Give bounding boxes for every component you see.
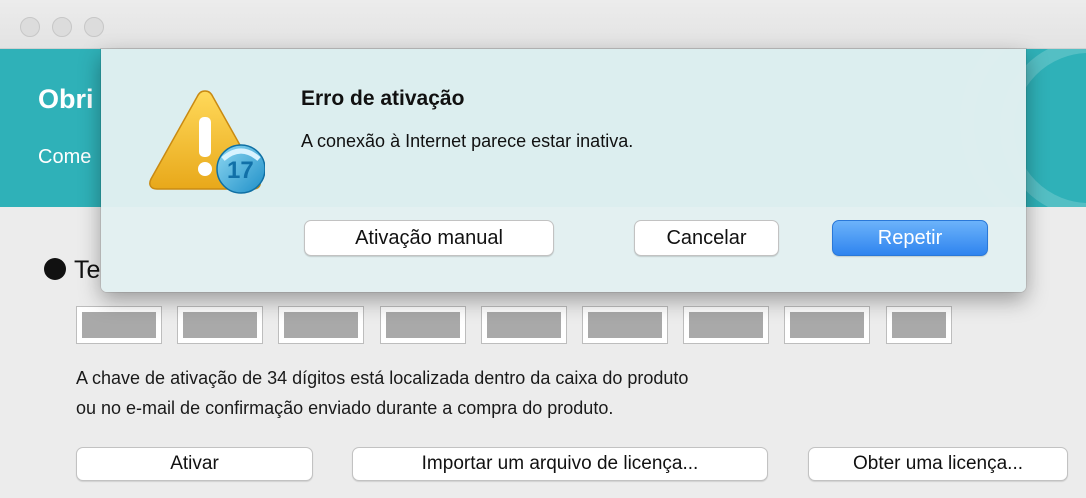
window-titlebar [0, 0, 1086, 49]
banner-title: Obri [38, 84, 94, 114]
key-input-field[interactable] [481, 306, 567, 344]
version-badge: 17 [227, 157, 254, 184]
get-license-button[interactable]: Obter uma licença... [808, 447, 1068, 481]
key-input-field[interactable] [76, 306, 162, 344]
key-input-field[interactable] [582, 306, 668, 344]
close-window-button[interactable] [20, 17, 40, 37]
key-input-field[interactable] [683, 306, 769, 344]
manual-activation-button[interactable]: Ativação manual [304, 220, 554, 256]
key-hint-line-2: ou no e-mail de confirmação enviado dura… [76, 398, 614, 418]
zoom-window-button[interactable] [84, 17, 104, 37]
key-input-field[interactable] [380, 306, 466, 344]
dialog-message: A conexão à Internet parece estar inativ… [301, 131, 634, 151]
key-hint-line-1: A chave de ativação de 34 dígitos está l… [76, 368, 689, 388]
cancel-button[interactable]: Cancelar [634, 220, 779, 256]
key-input-field[interactable] [177, 306, 263, 344]
key-input-field[interactable] [278, 306, 364, 344]
minimize-window-button[interactable] [52, 17, 72, 37]
activation-radio-button[interactable] [44, 258, 66, 280]
activation-error-dialog: 17 Erro de ativação A conexão à Internet… [101, 49, 1026, 292]
import-license-button[interactable]: Importar um arquivo de licença... [352, 447, 768, 481]
activate-button[interactable]: Ativar [76, 447, 313, 481]
activation-option-label: Te [74, 256, 101, 284]
dialog-title: Erro de ativação [301, 87, 465, 110]
banner-subtitle: Come [38, 146, 92, 168]
retry-button[interactable]: Repetir [832, 220, 988, 256]
key-input-field[interactable] [886, 306, 952, 344]
key-input-field[interactable] [784, 306, 870, 344]
